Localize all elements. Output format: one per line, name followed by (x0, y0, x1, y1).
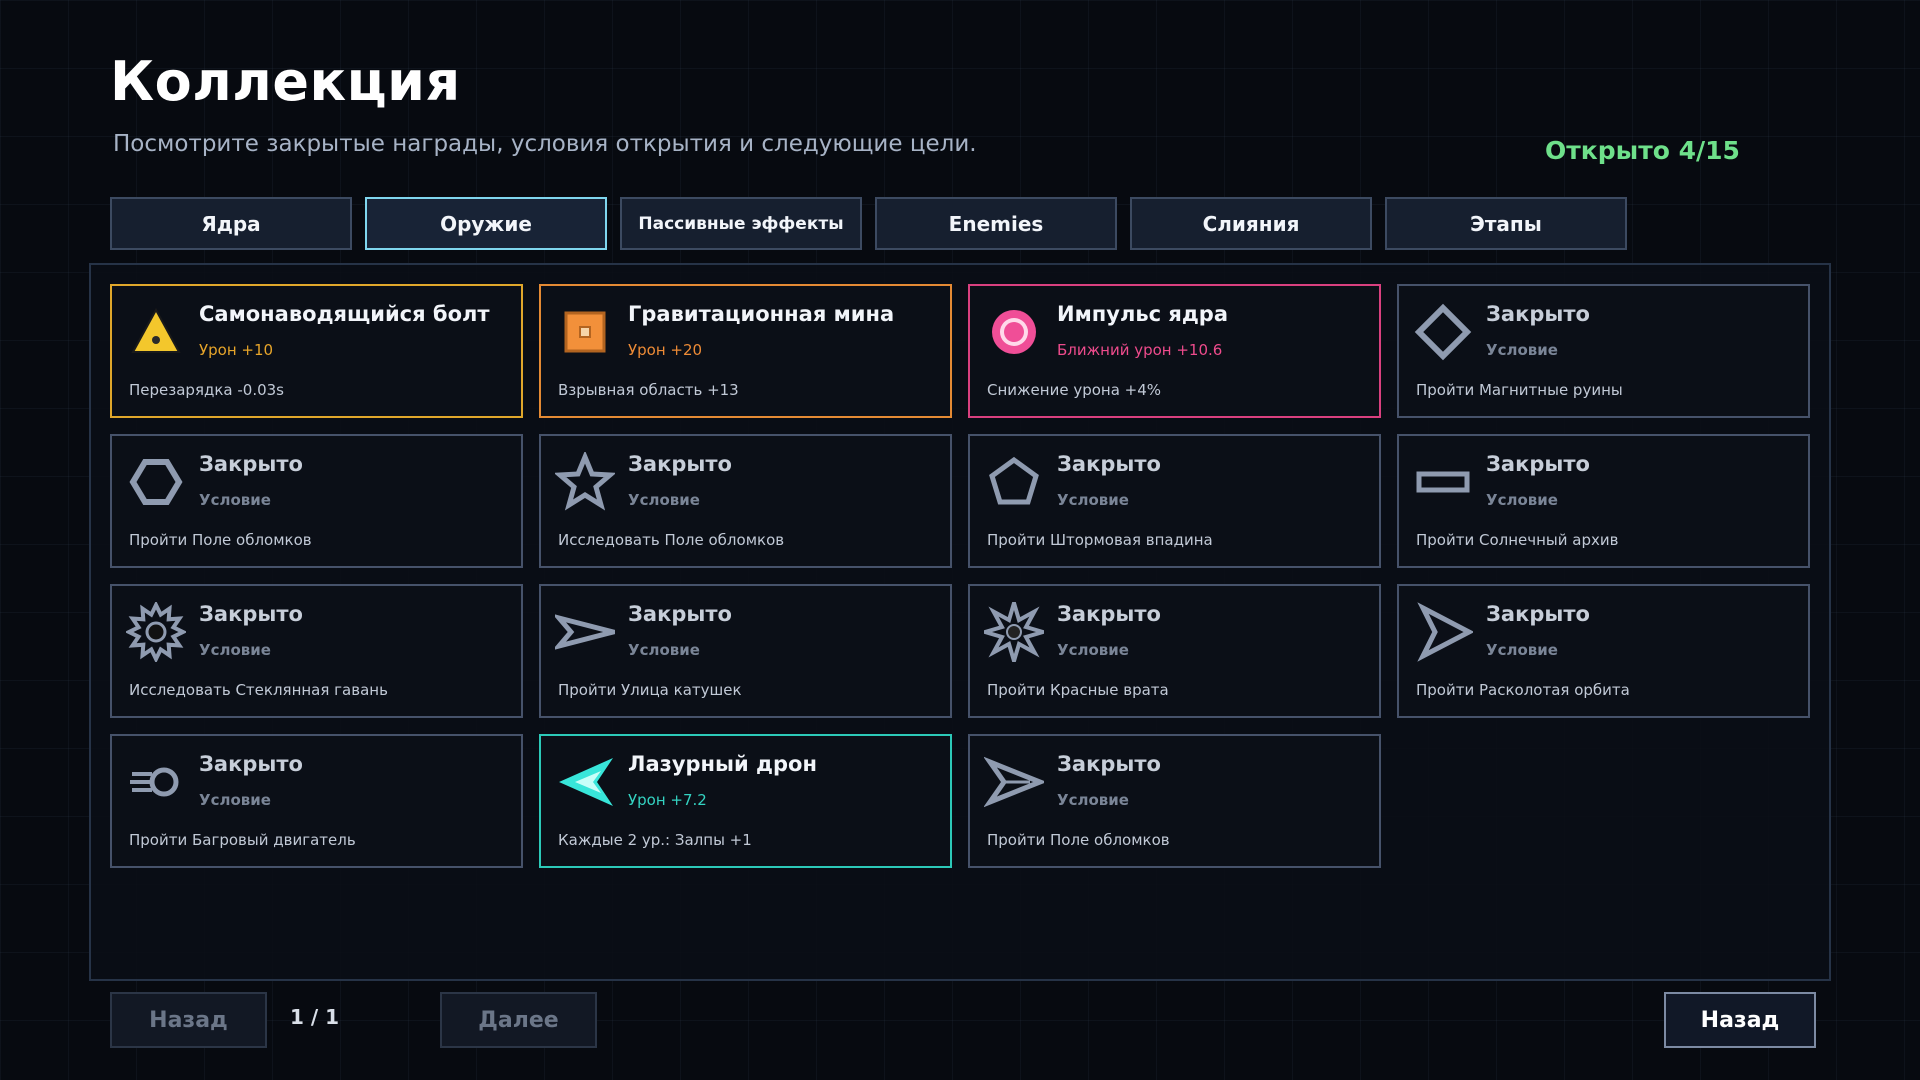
locked-card[interactable]: Закрыто Условие Пройти Магнитные руины (1397, 284, 1810, 418)
card-stat: Условие (628, 641, 700, 659)
card-description: Пройти Расколотая орбита (1416, 681, 1630, 699)
engine-icon (126, 752, 186, 812)
arrowhead-icon (1413, 602, 1473, 662)
locked-card[interactable]: Закрыто Условие Пройти Солнечный архив (1397, 434, 1810, 568)
card-stat: Условие (1486, 341, 1558, 359)
card-description: Пройти Поле обломков (987, 831, 1170, 849)
locked-card[interactable]: Закрыто Условие Пройти Поле обломков (110, 434, 523, 568)
locked-card[interactable]: Закрыто Условие Пройти Штормовая впадина (968, 434, 1381, 568)
card-description: Пройти Красные врата (987, 681, 1169, 699)
locked-card[interactable]: Закрыто Условие Пройти Багровый двигатель (110, 734, 523, 868)
star-icon (555, 452, 615, 512)
ring-icon (984, 302, 1044, 362)
card-name: Закрыто (1486, 452, 1590, 476)
tab-cores[interactable]: Ядра (110, 197, 352, 250)
triangle-icon (126, 302, 186, 362)
locked-card[interactable]: Закрыто Условие Исследовать Поле обломков (539, 434, 952, 568)
card-name: Закрыто (1057, 602, 1161, 626)
card-name: Импульс ядра (1057, 302, 1229, 326)
card-name: Лазурный дрон (628, 752, 817, 776)
card-description: Перезарядка -0.03s (129, 381, 284, 399)
unlocked-card[interactable]: Лазурный дрон Урон +7.2 Каждые 2 ур.: Залп… (539, 734, 952, 868)
gear-icon (126, 602, 186, 662)
chevron-ship-icon (984, 752, 1044, 812)
card-name: Закрыто (628, 602, 732, 626)
bar-icon (1413, 452, 1473, 512)
card-name: Закрыто (199, 452, 303, 476)
page-subtitle: Посмотрите закрытые награды, условия отк… (113, 131, 977, 157)
prev-page-button[interactable]: Назад (110, 992, 267, 1048)
starburst-icon (984, 602, 1044, 662)
unlock-progress: Открыто 4/15 (1545, 136, 1740, 165)
card-description: Пройти Поле обломков (129, 531, 312, 549)
page-title: Коллекция (110, 50, 461, 113)
tab-stages[interactable]: Этапы (1385, 197, 1627, 250)
unlocked-card[interactable]: Импульс ядра Ближний урон +10.6 Снижение у… (968, 284, 1381, 418)
card-stat: Условие (1486, 491, 1558, 509)
card-name: Закрыто (1486, 302, 1590, 326)
card-stat: Условие (199, 791, 271, 809)
card-name: Гравитационная мина (628, 302, 895, 326)
tab-fusions[interactable]: Слияния (1130, 197, 1372, 250)
unlocked-card[interactable]: Самонаводящийся болт Урон +10 Перезарядка … (110, 284, 523, 418)
tab-enemies[interactable]: Enemies (875, 197, 1117, 250)
back-button[interactable]: Назад (1664, 992, 1816, 1048)
card-description: Взрывная область +13 (558, 381, 739, 399)
card-name: Закрыто (1057, 452, 1161, 476)
card-name: Закрыто (199, 752, 303, 776)
card-description: Пройти Магнитные руины (1416, 381, 1623, 399)
card-stat: Условие (1057, 491, 1129, 509)
card-description: Снижение урона +4% (987, 381, 1162, 399)
card-stat: Урон +20 (628, 341, 703, 359)
card-description: Каждые 2 ур.: Залпы +1 (558, 831, 752, 849)
card-stat: Условие (628, 491, 700, 509)
unlocked-card[interactable]: Гравитационная мина Урон +20 Взрывная обла… (539, 284, 952, 418)
locked-card[interactable]: Закрыто Условие Исследовать Стеклянная гав… (110, 584, 523, 718)
card-name: Самонаводящийся болт (199, 302, 490, 326)
pentagon-icon (984, 452, 1044, 512)
card-stat: Условие (199, 641, 271, 659)
card-stat: Ближний урон +10.6 (1057, 341, 1223, 359)
card-name: Закрыто (199, 602, 303, 626)
card-description: Пройти Штормовая впадина (987, 531, 1213, 549)
tab-passives[interactable]: Пассивные эффекты (620, 197, 862, 250)
card-description: Исследовать Поле обломков (558, 531, 785, 549)
dart-icon (555, 602, 615, 662)
card-stat: Урон +10 (199, 341, 274, 359)
card-stat: Условие (1486, 641, 1558, 659)
card-stat: Урон +7.2 (628, 791, 707, 809)
square-mine-icon (555, 302, 615, 362)
card-description: Пройти Солнечный архив (1416, 531, 1619, 549)
next-page-button[interactable]: Далее (440, 992, 597, 1048)
card-name: Закрыто (628, 452, 732, 476)
card-description: Пройти Багровый двигатель (129, 831, 356, 849)
card-description: Исследовать Стеклянная гавань (129, 681, 388, 699)
card-stat: Условие (1057, 791, 1129, 809)
page-indicator: 1 / 1 (290, 1005, 340, 1029)
locked-card[interactable]: Закрыто Условие Пройти Расколотая орбита (1397, 584, 1810, 718)
diamond-icon (1413, 302, 1473, 362)
locked-card[interactable]: Закрыто Условие Пройти Красные врата (968, 584, 1381, 718)
card-description: Пройти Улица катушек (558, 681, 742, 699)
card-name: Закрыто (1057, 752, 1161, 776)
locked-card[interactable]: Закрыто Условие Пройти Улица катушек (539, 584, 952, 718)
tab-weapons[interactable]: Оружие (365, 197, 607, 250)
card-stat: Условие (199, 491, 271, 509)
locked-card[interactable]: Закрыто Условие Пройти Поле обломков (968, 734, 1381, 868)
card-name: Закрыто (1486, 602, 1590, 626)
card-stat: Условие (1057, 641, 1129, 659)
hexagon-icon (126, 452, 186, 512)
drone-icon (555, 752, 615, 812)
